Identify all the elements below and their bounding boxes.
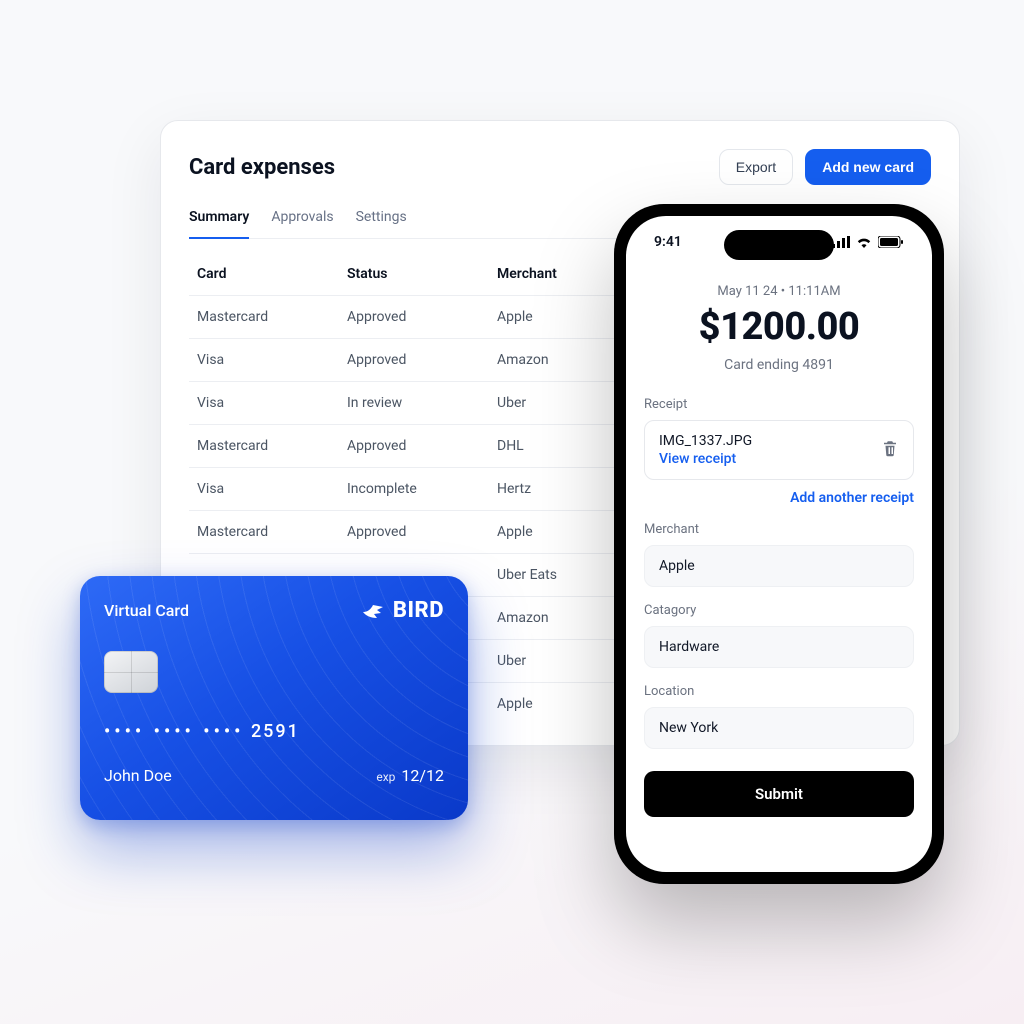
panel-header: Card expenses Export Add new card — [189, 149, 931, 185]
location-input[interactable]: New York — [644, 707, 914, 749]
phone-screen: 9:41 May 11 24 • 11:11AM $1200.00 Card e… — [626, 216, 932, 872]
receipt-attachment: IMG_1337.JPG View receipt — [644, 420, 914, 480]
add-receipt-link[interactable]: Add another receipt — [644, 490, 914, 506]
card-number: •••• •••• •••• 2591 — [104, 721, 444, 742]
cardholder-name: John Doe — [104, 766, 172, 785]
card-ending-label: Card ending 4891 — [644, 357, 914, 373]
brand-name: BIRD — [393, 598, 444, 623]
virtual-card: Virtual Card BIRD •••• •••• •••• 2591 Jo… — [80, 576, 468, 820]
location-label: Location — [644, 684, 914, 699]
receipt-label: Receipt — [644, 397, 914, 412]
trash-icon — [881, 439, 899, 457]
battery-icon — [878, 236, 904, 248]
receipt-filename: IMG_1337.JPG — [659, 433, 752, 449]
merchant-input[interactable]: Apple — [644, 545, 914, 587]
cellular-icon — [832, 236, 850, 248]
card-expiry: exp12/12 — [376, 766, 444, 785]
col-card: Card — [197, 266, 347, 282]
status-time: 9:41 — [654, 234, 682, 250]
bird-icon — [361, 599, 385, 623]
category-input[interactable]: Hardware — [644, 626, 914, 668]
page-title: Card expenses — [189, 155, 335, 180]
wifi-icon — [856, 236, 872, 248]
transaction-summary: May 11 24 • 11:11AM $1200.00 Card ending… — [644, 284, 914, 373]
receipt-section: Receipt IMG_1337.JPG View receipt Add an… — [644, 397, 914, 506]
tab-settings[interactable]: Settings — [356, 203, 407, 238]
status-icons — [832, 234, 904, 250]
add-new-card-button[interactable]: Add new card — [805, 149, 931, 185]
transaction-amount: $1200.00 — [644, 305, 914, 349]
location-field: Location New York — [644, 684, 914, 749]
delete-receipt-button[interactable] — [881, 439, 899, 461]
card-type-label: Virtual Card — [104, 601, 189, 620]
chip-icon — [104, 651, 158, 693]
merchant-label: Merchant — [644, 522, 914, 537]
header-actions: Export Add new card — [719, 149, 931, 185]
dynamic-island — [724, 230, 834, 260]
col-status: Status — [347, 266, 497, 282]
view-receipt-link[interactable]: View receipt — [659, 451, 752, 467]
transaction-timestamp: May 11 24 • 11:11AM — [644, 284, 914, 299]
phone-mockup: 9:41 May 11 24 • 11:11AM $1200.00 Card e… — [614, 204, 944, 884]
category-label: Catagory — [644, 603, 914, 618]
merchant-field: Merchant Apple — [644, 522, 914, 587]
export-button[interactable]: Export — [719, 149, 793, 185]
submit-button[interactable]: Submit — [644, 771, 914, 817]
tab-approvals[interactable]: Approvals — [271, 203, 333, 238]
tab-summary[interactable]: Summary — [189, 203, 249, 239]
brand-logo: BIRD — [361, 598, 444, 623]
category-field: Catagory Hardware — [644, 603, 914, 668]
